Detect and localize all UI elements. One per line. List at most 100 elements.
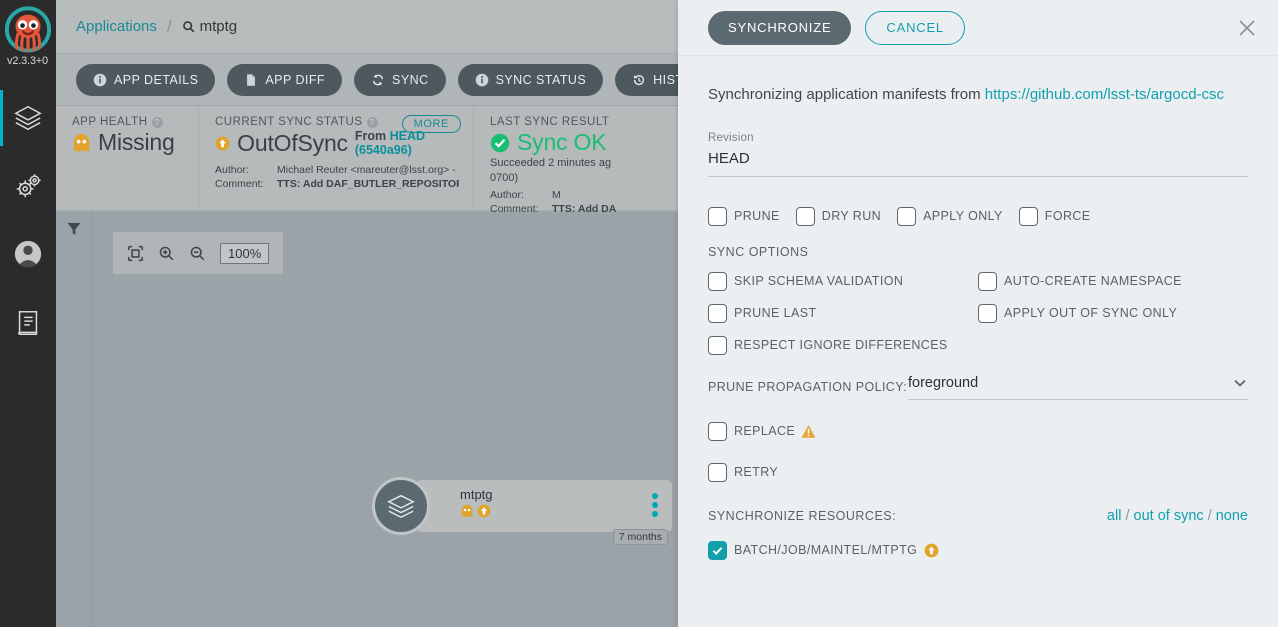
- respect-ignore-differences-checkbox[interactable]: [708, 335, 727, 355]
- argo-logo[interactable]: v2.3.3+0: [2, 6, 54, 68]
- sync-icon: [372, 74, 384, 85]
- resource-row[interactable]: BATCH/JOB/MAINTEL/MTPTG: [708, 540, 1248, 560]
- revision-from: From HEAD (6540a96): [354, 129, 425, 157]
- fit-screen-icon[interactable]: [127, 245, 144, 262]
- cancel-button[interactable]: CANCEL: [865, 10, 965, 45]
- ghost-icon: [73, 133, 90, 152]
- force-checkbox-row[interactable]: FORCE: [1018, 206, 1091, 226]
- prune-checkbox-row[interactable]: PRUNE: [708, 206, 780, 226]
- sidebar-item-applications[interactable]: [0, 84, 56, 152]
- sync-options-grid: SKIP SCHEMA VALIDATION AUTO-CREATE NAMES…: [708, 271, 1248, 355]
- sync-panel-header: SYNCHRONIZE CANCEL: [678, 0, 1278, 56]
- zoom-out-icon[interactable]: [189, 245, 206, 262]
- book-icon: [17, 310, 38, 335]
- auto-create-namespace-checkbox[interactable]: [978, 271, 997, 291]
- app-node-card[interactable]: mtptg 7 months: [416, 480, 672, 545]
- force-checkbox[interactable]: [1018, 206, 1038, 226]
- chevron-down-icon: [1234, 379, 1246, 387]
- synchronize-resources-header: SYNCHRONIZE RESOURCES: all / out of sync…: [708, 508, 1248, 524]
- author-key: Author:: [490, 188, 524, 201]
- gears-icon: [16, 174, 41, 198]
- app-health-text: Missing: [98, 129, 175, 155]
- check-circle-icon: [490, 133, 510, 152]
- warning-icon: [801, 424, 816, 438]
- prune-propagation-policy-select[interactable]: foreground: [908, 375, 1248, 400]
- retry-label: RETRY: [734, 465, 779, 480]
- breadcrumb-applications-link[interactable]: Applications: [76, 18, 157, 35]
- sidebar-item-user-info[interactable]: [0, 220, 56, 288]
- sync-status-label: SYNC STATUS: [495, 72, 587, 87]
- prune-label: PRUNE: [734, 209, 780, 224]
- apply-out-of-sync-only-checkbox[interactable]: [978, 303, 997, 323]
- prune-checkbox[interactable]: [708, 206, 727, 226]
- prune-propagation-policy-label: PRUNE PROPAGATION POLICY:: [708, 380, 908, 395]
- info-icon: [475, 73, 488, 86]
- app-node-menu-button[interactable]: [652, 493, 658, 517]
- funnel-icon[interactable]: [66, 221, 82, 237]
- dry-run-checkbox-row[interactable]: DRY RUN: [795, 206, 882, 226]
- app-node[interactable]: mtptg 7 months: [372, 477, 672, 545]
- dry-run-checkbox[interactable]: [795, 206, 815, 226]
- comment-key: Comment:: [215, 178, 264, 191]
- help-icon[interactable]: ?: [151, 116, 163, 128]
- auto-create-namespace-row[interactable]: AUTO-CREATE NAMESPACE: [978, 271, 1248, 291]
- filter-rail: [56, 212, 92, 627]
- prune-propagation-policy-row: PRUNE PROPAGATION POLICY: foreground: [708, 375, 1248, 400]
- app-details-label: APP DETAILS: [114, 72, 199, 87]
- app-health-label: APP HEALTH ?: [72, 116, 184, 128]
- main-options-row: PRUNE DRY RUN APPLY ONLY FORCE: [708, 206, 1248, 226]
- revision-field: Revision HEAD: [708, 132, 1248, 177]
- prune-last-checkbox[interactable]: [708, 303, 727, 323]
- argocd-app-window: v2.3.3+0 Applications / mtptg APP DETAIL…: [0, 0, 1278, 627]
- repo-url-link[interactable]: https://github.com/lsst-ts/argocd-csc: [985, 86, 1224, 103]
- zoom-level[interactable]: 100%: [220, 242, 270, 264]
- history-icon: [633, 74, 645, 85]
- app-diff-button[interactable]: APP DIFF: [227, 63, 343, 96]
- apply-out-of-sync-only-row[interactable]: APPLY OUT OF SYNC ONLY: [978, 303, 1248, 323]
- prune-last-row[interactable]: PRUNE LAST: [708, 303, 978, 323]
- retry-checkbox[interactable]: [708, 462, 727, 482]
- select-out-of-sync-link[interactable]: out of sync: [1134, 508, 1204, 524]
- zoom-toolbar: 100%: [113, 232, 284, 274]
- sidebar-item-settings[interactable]: [0, 152, 56, 220]
- revision-input[interactable]: HEAD: [708, 150, 1248, 177]
- prune-last-label: PRUNE LAST: [734, 306, 817, 321]
- sidebar-item-documentation[interactable]: [0, 288, 56, 356]
- replace-checkbox[interactable]: [708, 421, 727, 441]
- revision-label: Revision: [708, 131, 754, 144]
- layers-icon: [387, 494, 415, 519]
- prune-propagation-policy-value: foreground: [908, 374, 979, 391]
- select-all-link[interactable]: all: [1107, 508, 1122, 524]
- skip-schema-validation-row[interactable]: SKIP SCHEMA VALIDATION: [708, 271, 978, 291]
- author-value: Michael Reuter <mareuter@lsst.org> -: [277, 164, 456, 176]
- apply-out-of-sync-only-label: APPLY OUT OF SYNC ONLY: [1004, 306, 1178, 321]
- arrow-up-circle-icon: [924, 543, 939, 558]
- sync-button[interactable]: SYNC: [354, 63, 446, 96]
- sync-options-title: SYNC OPTIONS: [708, 244, 809, 259]
- help-icon[interactable]: ?: [366, 116, 378, 128]
- close-icon[interactable]: [1236, 17, 1258, 39]
- app-details-button[interactable]: APP DETAILS: [76, 63, 216, 96]
- retry-checkbox-row[interactable]: RETRY: [708, 462, 1248, 482]
- respect-ignore-differences-row[interactable]: RESPECT IGNORE DIFFERENCES: [708, 335, 978, 355]
- sync-status-button[interactable]: SYNC STATUS: [457, 63, 604, 96]
- dry-run-label: DRY RUN: [821, 209, 882, 224]
- skip-schema-validation-checkbox[interactable]: [708, 271, 727, 291]
- apply-only-checkbox[interactable]: [897, 206, 917, 226]
- layers-icon: [14, 105, 42, 131]
- synchronize-resources-title: SYNCHRONIZE RESOURCES:: [708, 508, 897, 523]
- zoom-in-icon[interactable]: [158, 245, 175, 262]
- resource-checkbox[interactable]: [708, 540, 727, 560]
- more-button[interactable]: MORE: [401, 115, 461, 133]
- breadcrumb-separator: /: [166, 16, 172, 36]
- synchronize-button[interactable]: SYNCHRONIZE: [708, 10, 852, 45]
- app-health-value: Missing: [72, 129, 184, 156]
- app-node-age-badge: 7 months: [612, 529, 668, 545]
- version-label: v2.3.3+0: [7, 55, 48, 67]
- replace-checkbox-row[interactable]: REPLACE: [708, 421, 1248, 441]
- app-diff-label: APP DIFF: [265, 72, 326, 87]
- select-none-link[interactable]: none: [1216, 508, 1248, 524]
- breadcrumb-current-label: mtptg: [199, 18, 238, 35]
- apply-only-checkbox-row[interactable]: APPLY ONLY: [897, 206, 1003, 226]
- sync-description-prefix: Synchronizing application manifests from: [708, 86, 985, 103]
